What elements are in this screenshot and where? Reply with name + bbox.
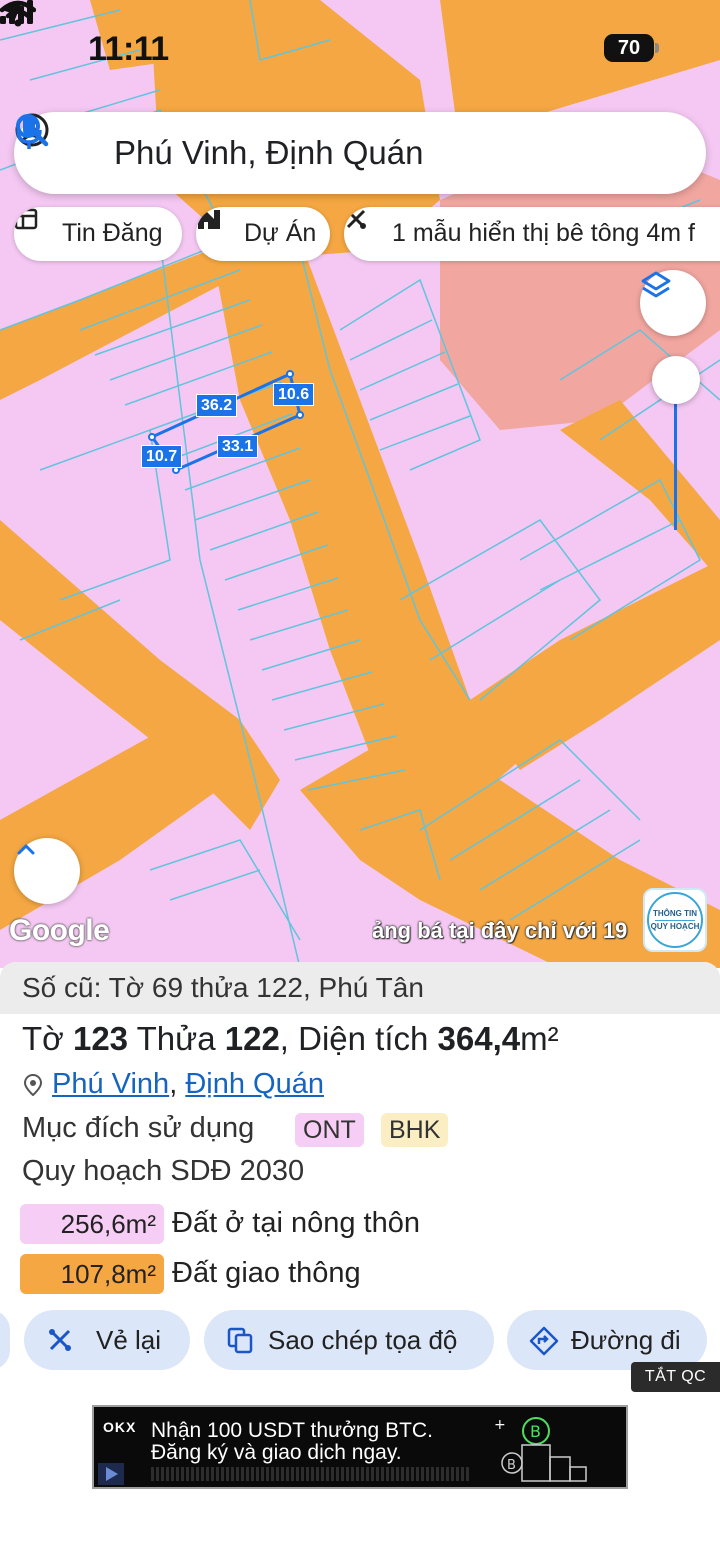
- chip-concrete-sample[interactable]: 1 mẫu hiển thị bê tông 4m f: [344, 207, 720, 261]
- ad-line-2: Đăng ký và giao dịch ngay.: [151, 1441, 402, 1464]
- old-reference-bar: Số cũ: Tờ 69 thửa 122, Phú Tân: [0, 962, 720, 1014]
- chip-label: Dự Án: [244, 219, 317, 247]
- redraw-icon: [49, 1329, 71, 1351]
- old-reference-text: Số cũ: Tờ 69 thửa 122, Phú Tân: [22, 972, 424, 1003]
- opacity-slider-handle[interactable]: [652, 356, 700, 404]
- dimension-label: 36.2: [196, 394, 238, 417]
- layers-icon: [641, 271, 671, 298]
- status-time: 11:11: [88, 30, 169, 68]
- parcel-info-panel: Số cũ: Tờ 69 thửa 122, Phú Tân Tờ 123 Th…: [0, 962, 720, 1560]
- ad-line-1: Nhận 100 USDT thưởng BTC.: [151, 1419, 433, 1442]
- badge-line-2: QUY HOẠCH: [650, 922, 700, 931]
- plan-label: Quy hoạch SDĐ 2030: [22, 1155, 305, 1187]
- chip-listings[interactable]: Tin Đăng: [14, 207, 182, 261]
- purpose-tag-ont: ONT: [295, 1113, 364, 1147]
- ad-brand-logo: OKX: [103, 1419, 137, 1435]
- bitcoin-art-icon: + B B: [494, 1417, 587, 1482]
- ad-marquee-text: ảng bá tại đây chỉ với 19: [372, 918, 628, 943]
- ad-play-icon: [98, 1463, 124, 1485]
- dimension-label: 33.1: [217, 435, 259, 458]
- svg-text:B: B: [507, 1458, 516, 1473]
- directions-icon: [529, 1326, 559, 1356]
- area-value: 107,8m²: [20, 1254, 164, 1294]
- ad-fine-print: [151, 1467, 471, 1481]
- chip-projects[interactable]: Dự Án: [196, 207, 330, 261]
- battery-level: 70: [617, 37, 641, 59]
- expand-up-button[interactable]: [14, 838, 80, 904]
- purpose-tag-bhk: BHK: [381, 1113, 449, 1147]
- svg-text:+: +: [494, 1417, 506, 1433]
- search-bar[interactable]: Phú Vinh, Định Quán: [14, 112, 706, 194]
- svg-text:B: B: [530, 1422, 541, 1441]
- directions-label: Đường đi: [571, 1325, 681, 1355]
- parcel-title: Tờ 123 Thửa 122, Diện tích 364,4m²: [22, 1020, 559, 1057]
- dimension-label: 10.6: [273, 383, 315, 406]
- chip-label: 1 mẫu hiển thị bê tông 4m f: [392, 219, 695, 247]
- planning-info-badge[interactable]: THÔNG TIN QUY HOẠCH: [643, 888, 707, 952]
- google-logo: Google: [9, 914, 110, 947]
- area-value: 256,6m²: [20, 1204, 164, 1244]
- commune-link[interactable]: Phú Vinh: [52, 1068, 169, 1100]
- tools-icon: [346, 209, 366, 229]
- battery-icon: 70: [604, 34, 659, 62]
- directions-button[interactable]: Đường đi: [507, 1310, 707, 1370]
- chip-label: Tin Đăng: [62, 219, 163, 247]
- copy-coordinates-label: Sao chép tọa độ: [268, 1325, 458, 1355]
- district-link[interactable]: Định Quán: [185, 1068, 324, 1100]
- microphone-icon[interactable]: [14, 112, 44, 152]
- listing-icon: [14, 208, 38, 230]
- hide-ads-button[interactable]: TẮT QC: [631, 1362, 720, 1392]
- chevron-up-icon: [17, 844, 35, 855]
- status-bar: 11:11 70: [0, 0, 720, 100]
- map-view[interactable]: 36.2 10.6 10.7 33.1 11:11 70 Phú Vinh, Đ…: [0, 0, 720, 968]
- copy-icon: [227, 1327, 253, 1354]
- badge-line-1: THÔNG TIN: [653, 909, 697, 918]
- search-input[interactable]: Phú Vinh, Định Quán: [114, 134, 423, 172]
- area-description: Đất giao thông: [172, 1257, 361, 1289]
- scroll-left-action[interactable]: [0, 1310, 10, 1370]
- dimension-label: 10.7: [141, 445, 183, 468]
- area-description: Đất ở tại nông thôn: [172, 1207, 420, 1239]
- project-icon: [198, 210, 220, 229]
- redraw-button[interactable]: Vẻ lại: [24, 1310, 190, 1370]
- ad-banner[interactable]: OKX Nhận 100 USDT thưởng BTC. Đăng ký và…: [92, 1405, 628, 1489]
- layers-button[interactable]: [640, 270, 706, 336]
- copy-coordinates-button[interactable]: Sao chép tọa độ: [204, 1310, 494, 1370]
- redraw-label: Vẻ lại: [96, 1325, 162, 1355]
- purpose-label: Mục đích sử dụng: [22, 1112, 255, 1144]
- pin-icon: [24, 1074, 42, 1096]
- wifi-icon: [0, 0, 36, 27]
